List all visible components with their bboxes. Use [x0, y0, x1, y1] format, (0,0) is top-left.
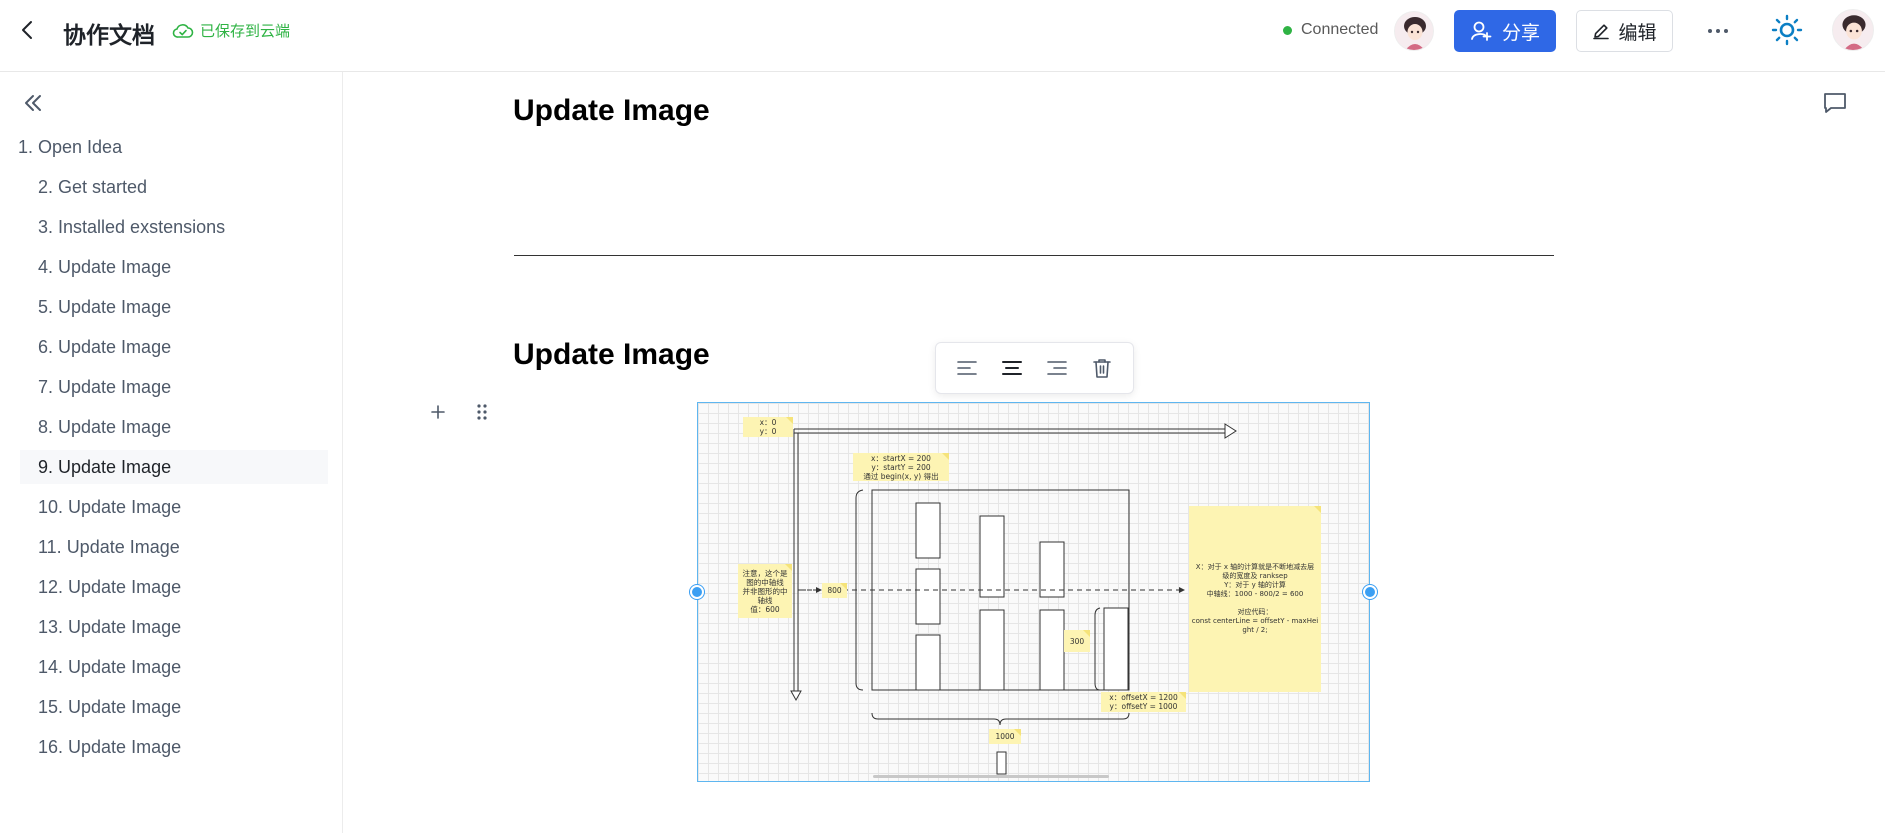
toc-item[interactable]: 1. Open Idea [18, 130, 318, 164]
save-status-label: 已保存到云端 [200, 22, 291, 40]
height-800-label: 800 [822, 583, 847, 598]
align-left-button[interactable] [953, 354, 981, 382]
share-button[interactable]: 分享 [1454, 10, 1556, 52]
connection-label: Connected [1301, 21, 1379, 38]
back-button[interactable] [18, 18, 38, 42]
toc-item[interactable]: 12. Update Image [38, 570, 318, 604]
center-line-note: 注意，这个是 图的中轴线 并非图形的中 轴线 值：600 [738, 564, 792, 618]
toc-item[interactable]: 15. Update Image [38, 690, 318, 724]
trash-icon [1093, 359, 1112, 378]
toc-item[interactable]: 10. Update Image [38, 490, 318, 524]
bottom-brace [871, 712, 1130, 726]
toc-item[interactable]: 14. Update Image [38, 650, 318, 684]
share-label: 分享 [1501, 21, 1540, 44]
y-axis-arrow [790, 429, 802, 702]
connection-status: Connected [1283, 21, 1378, 39]
resize-handle-right[interactable] [1363, 585, 1377, 599]
connection-dot [1283, 25, 1292, 35]
offset-note: x：offsetX = 1200 y：offsetY = 1000 [1101, 692, 1186, 712]
x-axis-arrow [794, 423, 1237, 439]
toc-item[interactable]: 7. Update Image [38, 370, 318, 404]
calculation-explanation-note: X：对于 x 轴的计算就是不断地减去层 级的宽度及 ranksep Y：对于 y… [1189, 506, 1321, 692]
toc-item[interactable]: 8. Update Image [38, 410, 318, 444]
comment-icon [1824, 93, 1846, 113]
double-chevron-left-icon [25, 95, 41, 111]
document-content: Update Image Update Image x：0 y：0 x：star… [344, 72, 1885, 833]
image-toolbar [935, 342, 1134, 394]
start-position-note: x：startX = 200 y：startY = 200 通过 begin(x… [853, 453, 949, 481]
width-1000-label: 1000 [989, 729, 1021, 744]
toc-item[interactable]: 11. Update Image [38, 530, 318, 564]
plus-icon [431, 405, 445, 419]
chevron-left-icon [22, 21, 32, 39]
toc-item[interactable]: 5. Update Image [38, 290, 318, 324]
more-options-button[interactable] [1703, 18, 1733, 44]
align-left-icon [956, 361, 977, 375]
toc-item-active[interactable]: 9. Update Image [20, 450, 328, 484]
pencil-icon [1593, 24, 1610, 40]
drag-handle[interactable] [475, 402, 489, 422]
add-block-button[interactable] [429, 403, 447, 421]
table-of-contents-sidebar: 1. Open Idea 2. Get started 3. Installed… [0, 72, 343, 833]
right-brace [1094, 607, 1101, 691]
save-status: 已保存到云端 [172, 20, 290, 41]
toc-item[interactable]: 3. Installed exstensions [38, 210, 318, 244]
toc-item[interactable]: 16. Update Image [38, 730, 318, 764]
diagram-horizontal-scrollbar[interactable] [873, 775, 1109, 778]
edit-button[interactable]: 编辑 [1576, 10, 1673, 52]
theme-toggle-button[interactable] [1771, 14, 1803, 46]
section-heading[interactable]: Update Image [513, 94, 710, 128]
avatar-illustration [1833, 10, 1873, 50]
edit-label: 编辑 [1618, 21, 1657, 44]
toc-item[interactable]: 13. Update Image [38, 610, 318, 644]
align-right-button[interactable] [1043, 354, 1071, 382]
origin-note: x：0 y：0 [743, 417, 793, 437]
embedded-diagram-image[interactable]: x：0 y：0 x：startX = 200 y：startY = 200 通过… [697, 402, 1370, 782]
align-right-icon [1047, 361, 1067, 375]
width-300-label: 300 [1064, 630, 1090, 652]
sun-icon [1771, 14, 1803, 46]
resize-handle-left[interactable] [690, 585, 704, 599]
align-center-icon [1001, 361, 1022, 375]
document-title: 协作文档 [63, 23, 155, 49]
more-horizontal-icon [1708, 29, 1728, 33]
user-avatar[interactable] [1832, 9, 1874, 51]
toc-item[interactable]: 4. Update Image [38, 250, 318, 284]
align-center-button[interactable] [998, 354, 1026, 382]
avatar-illustration [1395, 12, 1433, 50]
collapse-sidebar-button[interactable] [22, 92, 44, 114]
drag-handle-icon [477, 404, 487, 420]
toc-item[interactable]: 2. Get started [38, 170, 318, 204]
top-bar: 协作文档 已保存到云端 Connected 分享 编辑 [0, 0, 1885, 72]
add-user-icon [1471, 21, 1492, 41]
comments-button[interactable] [1822, 90, 1848, 116]
node-rects [915, 502, 1129, 691]
delete-image-button[interactable] [1088, 354, 1116, 382]
collaborator-avatar[interactable] [1394, 11, 1434, 51]
horizontal-divider [514, 255, 1554, 256]
toc-item[interactable]: 6. Update Image [38, 330, 318, 364]
bottom-marker [996, 751, 1007, 775]
cloud-check-icon [172, 23, 194, 38]
section-heading[interactable]: Update Image [513, 338, 710, 372]
